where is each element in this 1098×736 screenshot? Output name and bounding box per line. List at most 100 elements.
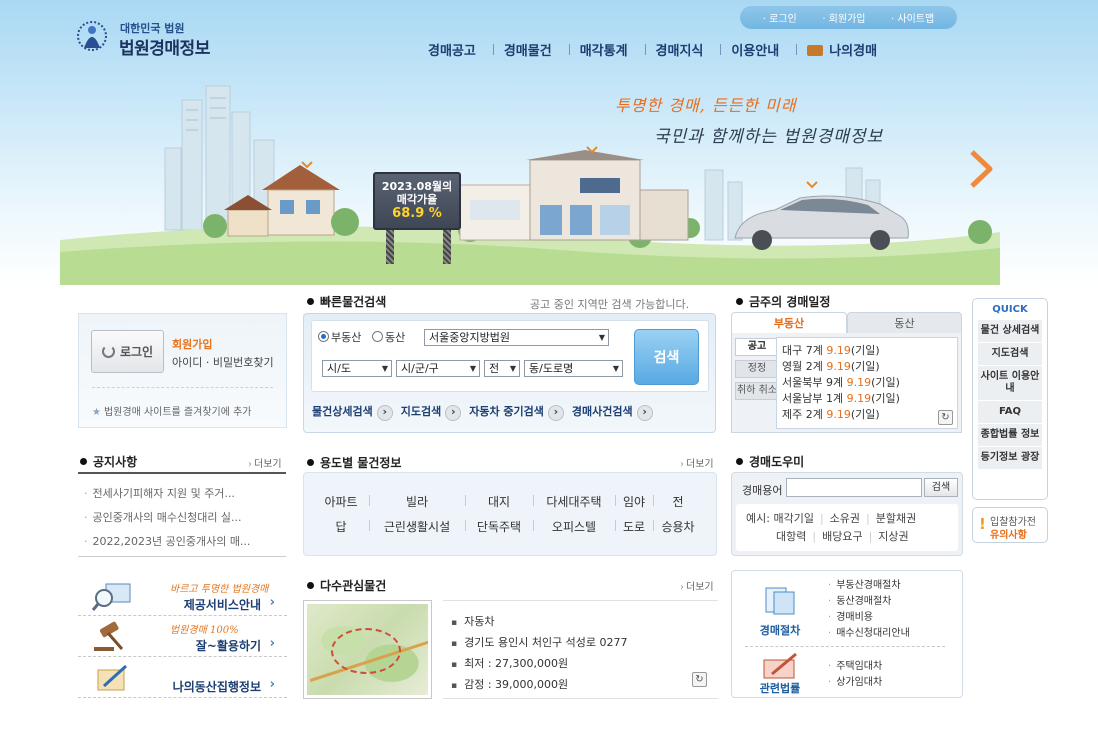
quick-faq[interactable]: FAQ bbox=[978, 401, 1042, 424]
quick-legal-info[interactable]: 종합법률 정보 bbox=[978, 424, 1042, 447]
term-link[interactable]: 소유권 bbox=[830, 512, 860, 525]
procedure-link[interactable]: 경매비용 bbox=[828, 610, 910, 626]
procedure-link[interactable]: 매수신청대리안내 bbox=[828, 626, 910, 642]
use-type-neighborhood[interactable]: 근린생활시설 bbox=[369, 518, 466, 535]
quick-site-guide[interactable]: 사이트 이용안내 bbox=[978, 366, 1042, 401]
all-select[interactable]: 전 bbox=[484, 360, 520, 377]
schedule-title: 금주의 경매일정 bbox=[736, 293, 830, 310]
schedule-date: 9.19 bbox=[826, 408, 851, 421]
join-link[interactable]: 회원가입 bbox=[172, 336, 212, 352]
use-type-multi-household[interactable]: 다세대주택 bbox=[533, 493, 616, 510]
magnifier-monitor-icon bbox=[92, 583, 131, 611]
law-link[interactable]: 주택임대차 bbox=[828, 659, 882, 675]
nav-sale-stats[interactable]: 매각통계 bbox=[570, 40, 646, 59]
use-type-more-link[interactable]: 더보기 bbox=[680, 455, 714, 470]
nav-auction-knowledge[interactable]: 경매지식 bbox=[646, 40, 722, 59]
radio-movable[interactable]: 동산 bbox=[372, 329, 405, 345]
slide-next-arrow-icon[interactable] bbox=[968, 150, 994, 188]
term-link[interactable]: 지상권 bbox=[878, 530, 908, 543]
term-link[interactable]: 분할채권 bbox=[876, 512, 916, 525]
term-search-button[interactable]: 검색 bbox=[924, 478, 958, 497]
term-search-input[interactable] bbox=[786, 478, 922, 497]
use-type-apartment[interactable]: 아파트 bbox=[313, 493, 370, 510]
term-link[interactable]: 대항력 bbox=[776, 530, 806, 543]
schedule-item[interactable]: 영월 2계 9.19(기일) bbox=[782, 359, 957, 375]
tab-movable[interactable]: 동산 bbox=[847, 312, 962, 334]
util-join-link[interactable]: 회원가입 bbox=[822, 10, 866, 25]
promo-service-guide[interactable]: 바르고 투명한 법원경매 제공서비스안내 bbox=[78, 576, 287, 616]
refresh-icon[interactable]: ↻ bbox=[692, 672, 707, 687]
schedule-item[interactable]: 대구 7계 9.19(기일) bbox=[782, 343, 957, 359]
schedule-item[interactable]: 제주 2계 9.19(기일) bbox=[782, 407, 957, 423]
procedure-label[interactable]: 경매절차 bbox=[750, 622, 810, 638]
dong-select[interactable]: 동/도로명 bbox=[524, 360, 623, 377]
side-tab-notice[interactable]: 공고 bbox=[735, 338, 779, 356]
nav-auction-items[interactable]: 경매물건 bbox=[494, 40, 570, 59]
law-link[interactable]: 상가임대차 bbox=[828, 675, 882, 691]
book-icon bbox=[807, 44, 824, 56]
sido-select[interactable]: 시/도 bbox=[322, 360, 392, 377]
bidding-caution-link[interactable]: ! 입찰참가전 유의사항 bbox=[972, 507, 1048, 543]
quick-search-note: 공고 중인 지역만 검색 가능합니다. bbox=[530, 298, 690, 311]
divider bbox=[92, 387, 273, 388]
util-login-link[interactable]: 로그인 bbox=[763, 10, 797, 25]
promo-usage-tips[interactable]: 법원경매 100% 잘~활용하기 bbox=[78, 617, 287, 657]
tab-real-estate[interactable]: 부동산 bbox=[731, 312, 847, 334]
popular-item-info: 자동차 경기도 용인시 처인구 석성로 0277 최저 : 27,300,000… bbox=[443, 600, 718, 699]
schedule-type: (기일) bbox=[850, 408, 880, 421]
detail-search-link[interactable]: 물건상세검색 bbox=[312, 403, 393, 421]
use-type-paddy[interactable]: 답 bbox=[313, 518, 370, 535]
quick-search-title: 빠른물건검색 bbox=[307, 293, 386, 310]
sale-rate-billboard[interactable]: 2023.08월의 매각가율 68.9 % bbox=[373, 172, 461, 230]
procedure-doc-icon bbox=[765, 587, 795, 615]
use-type-car[interactable]: 승용차 bbox=[653, 518, 703, 535]
procedure-link[interactable]: 부동산경매절차 bbox=[828, 578, 910, 594]
refresh-icon[interactable]: ↻ bbox=[938, 410, 953, 425]
radio-real-estate[interactable]: 부동산 bbox=[318, 329, 361, 345]
term-link[interactable]: 배당요구 bbox=[822, 530, 862, 543]
schedule-court: 서울북부 9계 bbox=[782, 376, 844, 389]
court-logo[interactable]: 대한민국 법원 법원경매정보 bbox=[72, 14, 232, 62]
quick-detail-search[interactable]: 물건 상세검색 bbox=[978, 320, 1042, 343]
notice-item[interactable]: 전세사기피해자 지원 및 주거... bbox=[84, 485, 284, 501]
quick-search-button[interactable]: 검색 bbox=[634, 329, 699, 385]
find-id-link[interactable]: 아이디 · 비밀번호찾기 bbox=[172, 354, 274, 370]
add-favorite-link[interactable]: ★ 법원경매 사이트를 즐겨찾기에 추가 bbox=[92, 403, 252, 418]
quick-map-search[interactable]: 지도검색 bbox=[978, 343, 1042, 366]
vehicle-search-link[interactable]: 자동차 중기검색 bbox=[469, 403, 564, 421]
quick-registry[interactable]: 등기정보 광장 bbox=[978, 447, 1042, 470]
schedule-date: 9.19 bbox=[846, 376, 872, 389]
nav-usage-guide[interactable]: 이용안내 bbox=[721, 40, 798, 59]
procedure-link[interactable]: 동산경매절차 bbox=[828, 594, 910, 610]
notice-item[interactable]: 2022,2023년 공인중개사의 매... bbox=[84, 533, 284, 549]
item-category[interactable]: 자동차 bbox=[451, 613, 718, 629]
util-sitemap-link[interactable]: 사이트맵 bbox=[891, 10, 934, 25]
add-favorite-label: 법원경매 사이트를 즐겨찾기에 추가 bbox=[103, 407, 252, 418]
schedule-item[interactable]: 서울남부 1계 9.19(기일) bbox=[782, 391, 957, 407]
term-link[interactable]: 매각기일 bbox=[773, 512, 813, 525]
login-button[interactable]: 로그인 bbox=[91, 330, 164, 373]
map-image bbox=[307, 604, 428, 695]
use-type-road[interactable]: 도로 bbox=[615, 518, 654, 535]
use-type-field[interactable]: 전 bbox=[653, 493, 703, 510]
side-tab-withdrawal[interactable]: 취하 취소 bbox=[735, 382, 779, 400]
popular-item-thumbnail[interactable] bbox=[303, 600, 432, 699]
notice-more-link[interactable]: 더보기 bbox=[248, 455, 282, 470]
case-search-link[interactable]: 경매사건검색 bbox=[572, 403, 653, 421]
use-type-officetel[interactable]: 오피스텔 bbox=[533, 518, 616, 535]
map-search-link[interactable]: 지도검색 bbox=[401, 403, 461, 421]
use-type-land[interactable]: 대지 bbox=[465, 493, 534, 510]
use-type-forest[interactable]: 임야 bbox=[615, 493, 654, 510]
schedule-item[interactable]: 서울북부 9계 9.19(기일) bbox=[782, 375, 957, 391]
side-tab-correction[interactable]: 정정 bbox=[735, 360, 779, 378]
use-type-villa[interactable]: 빌라 bbox=[369, 493, 466, 510]
notice-item[interactable]: 공인중개사의 매수신청대리 실... bbox=[84, 509, 284, 525]
law-label[interactable]: 관련법률 bbox=[750, 680, 810, 696]
use-type-detached-house[interactable]: 단독주택 bbox=[465, 518, 534, 535]
popular-more-link[interactable]: 더보기 bbox=[680, 578, 714, 593]
nav-my-auction[interactable]: 나의경매 bbox=[797, 40, 895, 59]
promo-movable-execution[interactable]: 나의동산집행정보 bbox=[78, 658, 287, 698]
sigungu-select[interactable]: 시/군/구 bbox=[396, 360, 480, 377]
nav-auction-notice[interactable]: 경매공고 bbox=[418, 40, 494, 59]
court-select[interactable]: 서울중앙지방법원 bbox=[424, 329, 609, 346]
